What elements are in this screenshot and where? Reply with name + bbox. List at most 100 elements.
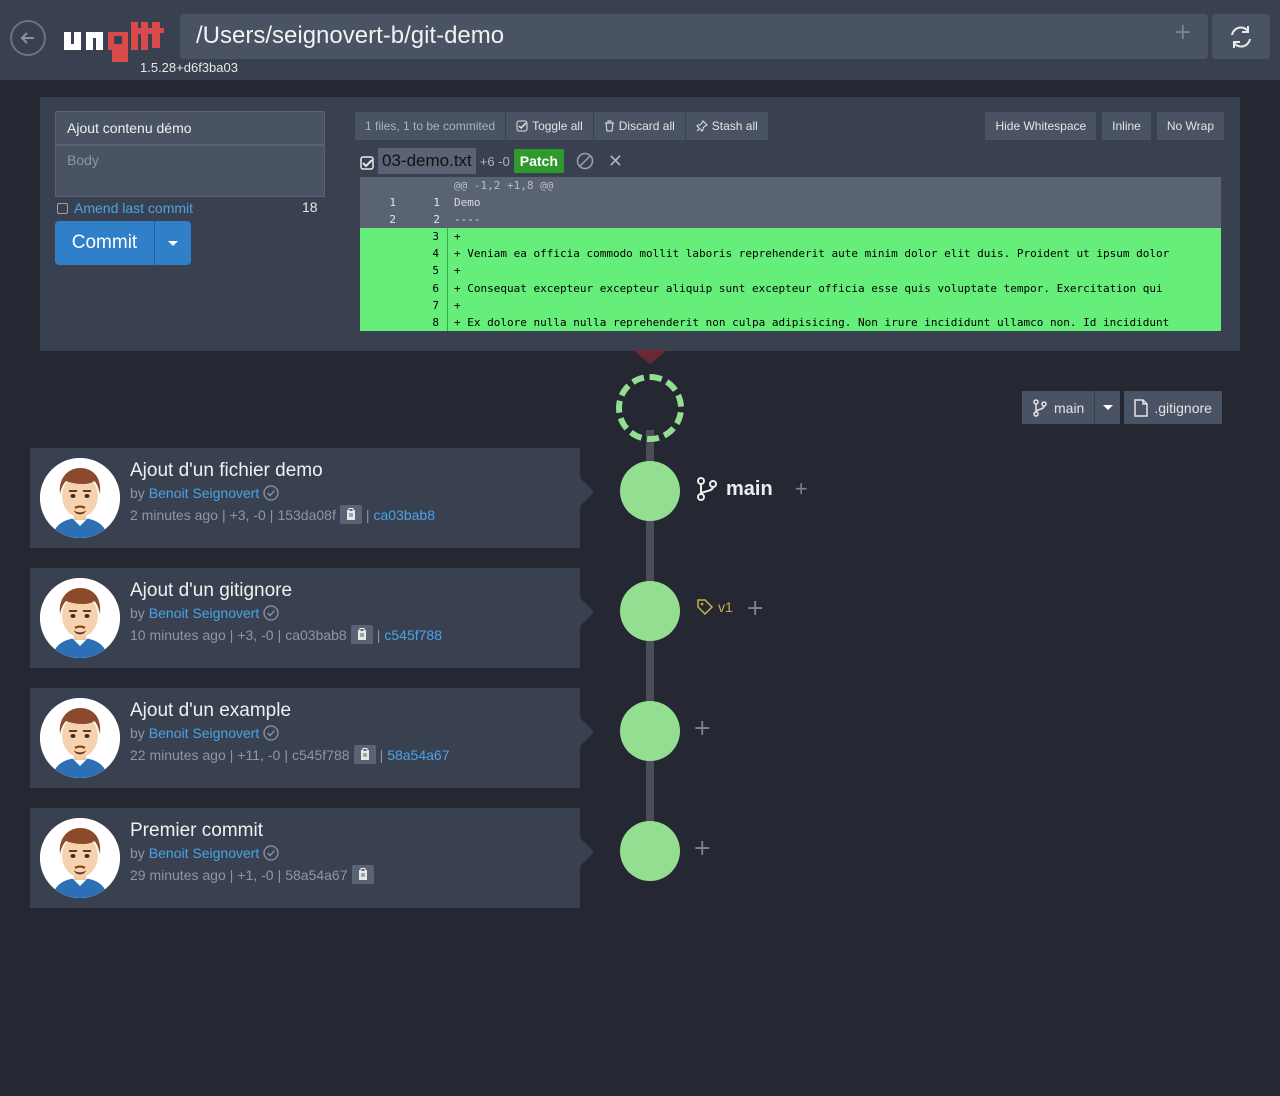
author-link[interactable]: Benoit Seignovert bbox=[149, 485, 260, 501]
file-name[interactable]: 03-demo.txt bbox=[378, 148, 476, 174]
commit-stats: +3, -0 bbox=[237, 626, 274, 643]
back-arrow-icon[interactable] bbox=[10, 20, 46, 56]
diff-line: @@ -1,2 +1,8 @@ bbox=[360, 177, 1221, 195]
commit-meta: 2 minutes ago | +3, -0 | 153da08f | ca03… bbox=[130, 505, 435, 524]
commit-body-input[interactable]: Body bbox=[55, 145, 325, 197]
toggle-all-button[interactable]: Toggle all bbox=[506, 112, 594, 140]
separator: | bbox=[229, 866, 234, 883]
top-bar: 1.5.28+d6f3ba03 /Users/seignovert-b/git-… bbox=[0, 0, 1280, 80]
parent-sha-link[interactable]: c545f788 bbox=[384, 627, 442, 643]
diff-new-line-number: 6 bbox=[404, 279, 448, 297]
add-ref-plus-icon[interactable]: + bbox=[693, 716, 711, 741]
caret-down-icon bbox=[1102, 405, 1113, 410]
separator: | bbox=[376, 626, 381, 643]
verified-check-icon bbox=[263, 605, 279, 621]
commit-button[interactable]: Commit bbox=[55, 221, 155, 265]
verified-check-icon bbox=[263, 845, 279, 861]
branch-icon bbox=[697, 477, 717, 501]
commit-time: 10 minutes ago bbox=[130, 626, 226, 643]
author-link[interactable]: Benoit Seignovert bbox=[149, 845, 260, 861]
author-link[interactable]: Benoit Seignovert bbox=[149, 605, 260, 621]
parent-sha-link[interactable]: ca03bab8 bbox=[373, 507, 435, 523]
by-label: by bbox=[130, 845, 145, 861]
stash-all-button[interactable]: Stash all bbox=[685, 112, 769, 140]
caret-down-icon bbox=[168, 240, 178, 246]
amend-checkbox[interactable]: Amend last commit bbox=[57, 200, 193, 216]
commit-card[interactable]: Premier commit by Benoit Seignovert 29 m… bbox=[30, 808, 594, 908]
refresh-button[interactable] bbox=[1212, 14, 1270, 59]
patch-button[interactable]: Patch bbox=[513, 149, 564, 173]
branch-dropdown-button[interactable] bbox=[1094, 391, 1121, 424]
commit-button-group: Commit bbox=[55, 221, 191, 265]
commit-card[interactable]: Ajout d'un gitignore by Benoit Seignover… bbox=[30, 568, 594, 668]
commit-card[interactable]: Ajout d'un example by Benoit Seignovert … bbox=[30, 688, 594, 788]
card-arrow bbox=[580, 838, 594, 866]
commit-author-line: by Benoit Seignovert bbox=[130, 845, 279, 861]
commit-time: 29 minutes ago bbox=[130, 866, 226, 883]
add-repo-plus-icon[interactable]: + bbox=[1174, 20, 1192, 45]
diff-code: @@ -1,2 +1,8 @@ bbox=[448, 177, 1221, 195]
commit-options-button[interactable] bbox=[155, 221, 191, 265]
add-ref-plus-icon[interactable]: + bbox=[746, 596, 764, 621]
avatar bbox=[40, 818, 120, 898]
checkbox-icon[interactable] bbox=[57, 202, 68, 214]
no-wrap-button[interactable]: No Wrap bbox=[1156, 112, 1224, 140]
author-link[interactable]: Benoit Seignovert bbox=[149, 725, 260, 741]
gitignore-button[interactable]: .gitignore bbox=[1124, 391, 1222, 424]
branch-select-button[interactable]: main bbox=[1022, 391, 1095, 424]
add-ref-plus-icon[interactable]: + bbox=[693, 836, 711, 861]
discard-file-close-icon[interactable]: ✕ bbox=[608, 151, 623, 172]
inline-button[interactable]: Inline bbox=[1102, 112, 1151, 140]
repo-path-input[interactable]: /Users/seignovert-b/git-demo + bbox=[180, 14, 1208, 59]
commit-node[interactable] bbox=[620, 701, 680, 761]
copy-clipboard-icon[interactable] bbox=[353, 745, 376, 764]
branch-ref-main[interactable]: main + bbox=[696, 476, 808, 502]
diff-new-line-number bbox=[404, 177, 448, 195]
repo-path-text[interactable]: /Users/seignovert-b/git-demo bbox=[196, 22, 504, 50]
verified-check-icon bbox=[263, 725, 279, 741]
diff-code: + Veniam ea officia commodo mollit labor… bbox=[454, 247, 1170, 261]
amend-label[interactable]: Amend last commit bbox=[74, 200, 193, 216]
copy-clipboard-icon[interactable] bbox=[339, 505, 362, 524]
branch-icon bbox=[1033, 398, 1047, 417]
by-label: by bbox=[130, 485, 145, 501]
check-square-icon bbox=[516, 120, 528, 132]
parent-sha-link[interactable]: 58a54a67 bbox=[387, 747, 449, 763]
diff-line: 11 Demo bbox=[360, 194, 1221, 212]
separator: | bbox=[284, 746, 288, 763]
branch-controls: main .gitignore bbox=[1022, 391, 1222, 424]
separator: | bbox=[277, 626, 282, 643]
diff-code: + bbox=[454, 230, 461, 244]
avatar bbox=[40, 698, 120, 778]
discard-all-label: Discard all bbox=[618, 119, 675, 133]
diff-code: + Ex dolore nulla nulla reprehenderit no… bbox=[454, 315, 1170, 329]
diff-line: 4 + Veniam ea officia commodo mollit labo… bbox=[360, 245, 1221, 263]
ignore-icon[interactable] bbox=[576, 152, 594, 170]
tag-ref-v1[interactable]: v1 bbox=[696, 598, 733, 616]
hide-whitespace-button[interactable]: Hide Whitespace bbox=[985, 112, 1097, 140]
commit-title-input[interactable]: Ajout contenu démo bbox=[55, 111, 325, 145]
gitignore-label: .gitignore bbox=[1154, 399, 1212, 416]
commit-author-line: by Benoit Seignovert bbox=[130, 605, 279, 621]
commit-author-line: by Benoit Seignovert bbox=[130, 725, 279, 741]
diff-old-line-number bbox=[360, 297, 404, 314]
commit-node[interactable] bbox=[620, 821, 680, 881]
commit-sha: 153da08f bbox=[277, 506, 336, 523]
diff-new-line-number: 4 bbox=[404, 245, 448, 263]
trash-icon bbox=[604, 120, 614, 132]
commit-node[interactable] bbox=[620, 581, 680, 641]
by-label: by bbox=[130, 725, 145, 741]
file-checkbox-icon[interactable] bbox=[360, 156, 374, 170]
ungit-logo[interactable] bbox=[64, 18, 168, 64]
diff-code: + bbox=[454, 298, 461, 312]
copy-clipboard-icon[interactable] bbox=[350, 625, 373, 644]
header-notch bbox=[303, 66, 331, 80]
commit-node[interactable] bbox=[620, 461, 680, 521]
card-arrow bbox=[580, 718, 594, 746]
discard-all-button[interactable]: Discard all bbox=[593, 112, 686, 140]
diff-line: 22 ---- bbox=[360, 211, 1221, 229]
version-label: 1.5.28+d6f3ba03 bbox=[140, 60, 238, 75]
copy-clipboard-icon[interactable] bbox=[351, 865, 374, 884]
commit-card[interactable]: Ajout d'un fichier demo by Benoit Seigno… bbox=[30, 448, 594, 548]
add-ref-plus-icon[interactable]: + bbox=[795, 476, 808, 502]
